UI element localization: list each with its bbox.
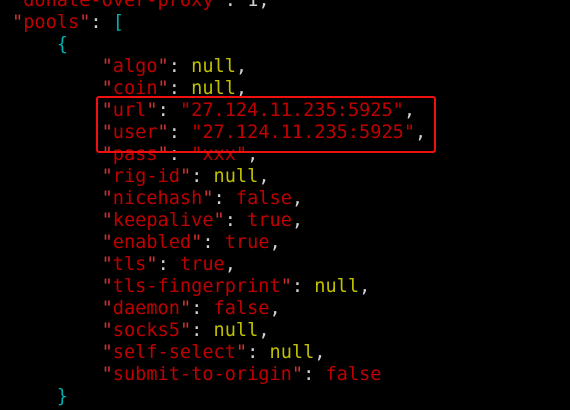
colon: : <box>291 276 315 297</box>
code-line-pools: "pools": [ <box>12 12 426 34</box>
code-line-enabled: "enabled": true, <box>12 232 426 254</box>
code-line-daemon: "daemon": false, <box>12 298 426 320</box>
comma: , <box>269 232 281 253</box>
json-key: rig-id <box>112 166 180 187</box>
comma: , <box>258 320 270 341</box>
colon: : <box>191 166 214 187</box>
quote: " <box>101 320 113 341</box>
colon: : <box>202 232 225 253</box>
colon: : <box>191 298 214 319</box>
quote: " <box>101 166 113 187</box>
json-key: donate-over-proxy <box>23 0 214 11</box>
colon: : <box>213 188 236 209</box>
comma: , <box>291 188 304 209</box>
comma: , <box>235 56 248 77</box>
quote: " <box>101 342 113 363</box>
quote: " <box>213 210 225 231</box>
code-line-submit-to-origin: "submit-to-origin": false <box>12 364 426 386</box>
json-key: keepalive <box>112 210 214 231</box>
quote: " <box>101 254 113 275</box>
json-value: false <box>235 188 292 209</box>
quote: " <box>146 254 158 275</box>
json-value: false <box>213 298 270 319</box>
json-value: true <box>224 232 270 253</box>
quote: " <box>179 320 192 341</box>
colon: : <box>224 210 248 231</box>
code-line-tls: "tls": true, <box>12 254 426 276</box>
code-line-socks5: "socks5": null, <box>12 320 426 342</box>
quote: " <box>12 12 24 33</box>
colon: : <box>224 0 248 11</box>
quote: " <box>280 276 292 297</box>
json-key: submit-to-origin <box>112 364 292 385</box>
json-key: tls-fingerprint <box>112 276 281 297</box>
json-key: self-select <box>112 342 236 363</box>
code-line-nicehash: "nicehash": false, <box>12 188 426 210</box>
json-config-code: "donate-over-proxy": 1, "pools": [ { "alg… <box>12 0 426 408</box>
json-key: socks5 <box>112 320 180 341</box>
quote: " <box>235 342 248 363</box>
json-value: null <box>191 56 236 77</box>
comma: , <box>359 276 371 297</box>
json-value: } <box>56 386 68 407</box>
quote: " <box>101 298 113 319</box>
quote: " <box>101 56 113 77</box>
json-value: null <box>269 342 315 363</box>
json-value: [ <box>112 12 124 33</box>
json-value: null <box>213 166 259 187</box>
code-line-rig-id: "rig-id": null, <box>12 166 426 188</box>
quote: " <box>213 0 225 11</box>
json-key: daemon <box>112 298 180 319</box>
json-key: algo <box>112 56 158 77</box>
colon: : <box>247 342 270 363</box>
json-key: tls <box>112 254 147 275</box>
colon: : <box>90 12 113 33</box>
highlight-box-url-user <box>96 96 436 153</box>
code-line-algo: "algo": null, <box>12 56 426 78</box>
code-line: } <box>12 386 426 408</box>
comma: , <box>269 298 281 319</box>
code-line-tls-fingerprint: "tls-fingerprint": null, <box>12 276 426 298</box>
json-value: 1 <box>247 0 259 11</box>
quote: " <box>79 12 91 33</box>
quote: " <box>191 232 203 253</box>
comma: , <box>314 342 326 363</box>
comma: , <box>224 254 236 275</box>
quote: " <box>101 188 113 209</box>
json-key: pools <box>23 12 80 33</box>
quote: " <box>179 298 192 319</box>
quote: " <box>101 210 113 231</box>
json-value: true <box>179 254 225 275</box>
code-line-keepalive: "keepalive": true, <box>12 210 426 232</box>
colon: : <box>303 364 326 385</box>
quote: " <box>179 166 192 187</box>
code-line-self-select: "self-select": null, <box>12 342 426 364</box>
code-line: { <box>12 34 426 56</box>
json-value: null <box>213 320 259 341</box>
quote: " <box>12 0 24 11</box>
comma: , <box>258 0 270 11</box>
json-key: enabled <box>112 232 192 253</box>
json-value: true <box>247 210 292 231</box>
colon: : <box>168 56 192 77</box>
code-line-donate-over-proxy: "donate-over-proxy": 1, <box>12 0 426 12</box>
quote: " <box>101 364 113 385</box>
json-value: null <box>314 276 360 297</box>
comma: , <box>258 166 270 187</box>
json-key: nicehash <box>112 188 203 209</box>
colon: : <box>157 254 180 275</box>
json-value: { <box>56 34 68 55</box>
comma: , <box>291 210 304 231</box>
quote: " <box>157 56 169 77</box>
colon: : <box>191 320 214 341</box>
quote: " <box>101 276 113 297</box>
quote: " <box>202 188 214 209</box>
json-value: false <box>325 364 382 385</box>
quote: " <box>291 364 304 385</box>
quote: " <box>101 232 113 253</box>
